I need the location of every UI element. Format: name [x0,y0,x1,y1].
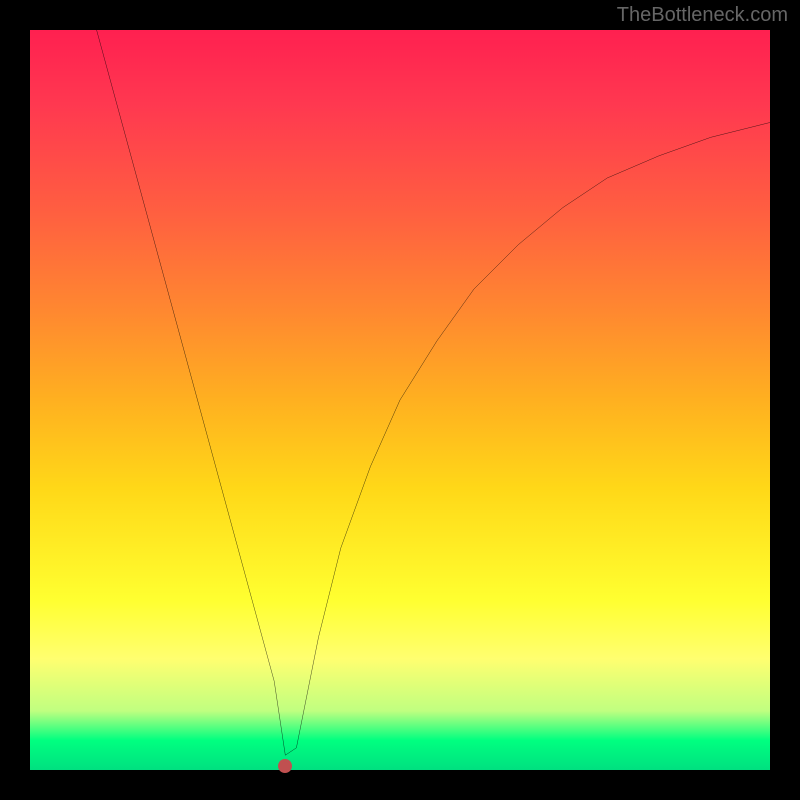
optimal-point-marker [278,759,292,773]
bottleneck-curve [97,30,770,755]
watermark-text: TheBottleneck.com [617,4,788,27]
chart-plot-area [30,30,770,770]
curve-svg [30,30,770,770]
